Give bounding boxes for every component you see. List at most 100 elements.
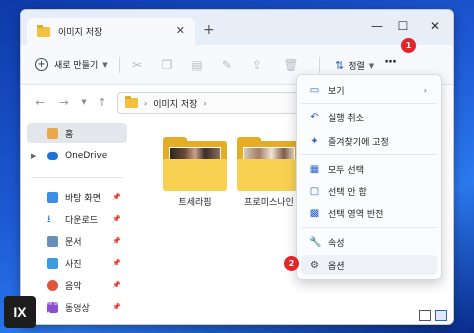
menu-divider (301, 103, 437, 104)
menu-item-options[interactable]: ⚙ 옵션 (301, 255, 437, 275)
folder-name[interactable]: 트세라핌 (155, 195, 235, 208)
share-icon[interactable]: ⇪ (249, 58, 265, 72)
menu-item-label: 옵션 (328, 261, 345, 272)
undo-icon: ↶ (310, 111, 319, 123)
menu-item-label: 선택 안 함 (328, 187, 367, 198)
sidebar-item-music[interactable]: 음악 📌 (27, 275, 127, 295)
menu-item-select-all[interactable]: ▦ 모두 선택 (301, 159, 437, 179)
new-button-label: 새로 만들기 (54, 61, 99, 71)
plus-icon: + (35, 58, 48, 71)
options-icon: ⚙ (310, 259, 319, 271)
tab-close-icon[interactable]: ✕ (176, 24, 185, 37)
breadcrumb-chevron-icon: › (144, 98, 148, 108)
menu-item-label: 속성 (328, 238, 345, 249)
menu-item-label: 선택 영역 반전 (328, 209, 384, 220)
desktop-icon (47, 191, 58, 203)
large-icons-view-icon[interactable] (435, 310, 447, 321)
sidebar-item-label: 홈 (65, 129, 74, 140)
chevron-right-icon: › (423, 85, 427, 95)
menu-item-select-none[interactable]: ▢ 선택 안 함 (301, 181, 437, 201)
sidebar-item-onedrive[interactable]: OneDrive (27, 146, 127, 166)
sidebar-item-downloads[interactable]: ⭳ 다운로드 📌 (27, 209, 127, 229)
music-icon (47, 279, 58, 291)
folder-icon (37, 24, 50, 37)
rename-icon[interactable]: ✎ (219, 58, 235, 72)
document-icon (47, 235, 58, 247)
pin-icon: 📌 (112, 215, 121, 223)
chevron-down-icon: ▼ (368, 61, 375, 70)
logo-tagline: More Better IT Life (40, 301, 86, 307)
properties-icon: 🔧 (309, 236, 322, 248)
chevron-down-icon[interactable]: ▼ (77, 98, 91, 106)
sidebar-item-pictures[interactable]: 사진 📌 (27, 253, 127, 273)
minimize-button[interactable]: — (367, 19, 387, 33)
close-button[interactable]: ✕ (425, 19, 445, 33)
toolbar-divider (119, 57, 120, 73)
chevron-down-icon: ▼ (102, 60, 108, 69)
menu-item-label: 보기 (328, 86, 345, 97)
sort-button-label: 정렬 (348, 62, 365, 72)
details-view-icon[interactable] (419, 310, 431, 321)
cut-icon[interactable]: ✂ (129, 58, 145, 72)
pictures-icon (47, 257, 58, 269)
pin-icon: 📌 (112, 193, 121, 201)
title-bar: 이미지 저장 ✕ + — ☐ ✕ (21, 10, 453, 45)
paste-icon[interactable]: ▤ (189, 58, 205, 72)
sidebar-item-label: 음악 (65, 281, 82, 292)
forward-arrow-icon[interactable]: → (57, 96, 71, 109)
menu-item-label: 즐겨찾기에 고정 (328, 137, 389, 148)
menu-item-pin-to-quick-access[interactable]: ✦ 즐겨찾기에 고정 (301, 131, 437, 151)
sidebar-item-label: 사진 (65, 259, 82, 270)
tab-label: 이미지 저장 (58, 28, 103, 38)
step-badge-2: 2 (284, 256, 299, 271)
copy-icon[interactable]: ❐ (159, 58, 175, 72)
pin-icon: ✦ (310, 135, 319, 147)
site-logo: IX (4, 296, 36, 328)
sidebar-item-label: 바탕 화면 (65, 193, 101, 204)
folder-icon (125, 96, 138, 108)
sort-icon: ⇅ (335, 59, 345, 72)
pin-icon: 📌 (112, 259, 121, 267)
breadcrumb-item[interactable]: 이미지 저장 (153, 97, 197, 110)
invert-selection-icon: ▩ (309, 207, 320, 219)
menu-item-label: 모두 선택 (328, 165, 364, 176)
sidebar-item-label: OneDrive (65, 151, 108, 161)
menu-item-view[interactable]: ▭ 보기 › (301, 80, 437, 100)
home-icon (47, 127, 58, 139)
back-arrow-icon[interactable]: ← (33, 96, 47, 109)
menu-item-label: 실행 취소 (328, 113, 364, 124)
select-none-icon: ▢ (309, 185, 320, 197)
menu-item-undo[interactable]: ↶ 실행 취소 (301, 107, 437, 127)
folder-thumbnail[interactable] (163, 137, 227, 191)
pin-icon: 📌 (112, 281, 121, 289)
tab-image-save[interactable]: 이미지 저장 ✕ (27, 18, 195, 45)
menu-item-invert-selection[interactable]: ▩ 선택 영역 반전 (301, 203, 437, 223)
select-all-icon: ▦ (309, 163, 320, 175)
logo-name: 익스트림 매뉴얼 (40, 311, 130, 325)
new-button[interactable]: + 새로 만들기 ▼ (35, 58, 108, 71)
sidebar-item-label: 다운로드 (65, 215, 99, 226)
menu-divider (301, 154, 437, 155)
sidebar-divider (31, 177, 123, 178)
sidebar-item-label: 문서 (65, 237, 82, 248)
delete-icon[interactable]: 🗑 (283, 58, 299, 72)
see-more-button[interactable]: ··· (379, 55, 401, 75)
maximize-button[interactable]: ☐ (393, 19, 413, 33)
folder-thumbnail[interactable] (237, 137, 301, 191)
toolbar-divider (319, 57, 320, 73)
see-more-menu: ▭ 보기 › ↶ 실행 취소 ✦ 즐겨찾기에 고정 ▦ 모두 선택 ▢ 선택 안… (296, 74, 442, 280)
cloud-icon (47, 152, 58, 160)
sidebar-item-home[interactable]: 홈 (27, 123, 127, 143)
download-icon: ⭳ (47, 213, 51, 225)
step-badge-1: 1 (401, 38, 416, 53)
new-tab-button[interactable]: + (203, 22, 215, 38)
up-arrow-icon[interactable]: ↑ (95, 96, 109, 109)
menu-divider (301, 227, 437, 228)
breadcrumb-chevron-icon[interactable]: › (203, 99, 206, 108)
address-bar[interactable]: › 이미지 저장 › (117, 92, 313, 114)
sidebar-item-desktop[interactable]: 바탕 화면 📌 (27, 187, 127, 207)
sidebar-item-documents[interactable]: 문서 📌 (27, 231, 127, 251)
menu-item-properties[interactable]: 🔧 속성 (301, 232, 437, 252)
sort-button[interactable]: ⇅ 정렬 ▼ (335, 59, 374, 72)
pin-icon: 📌 (112, 237, 121, 245)
